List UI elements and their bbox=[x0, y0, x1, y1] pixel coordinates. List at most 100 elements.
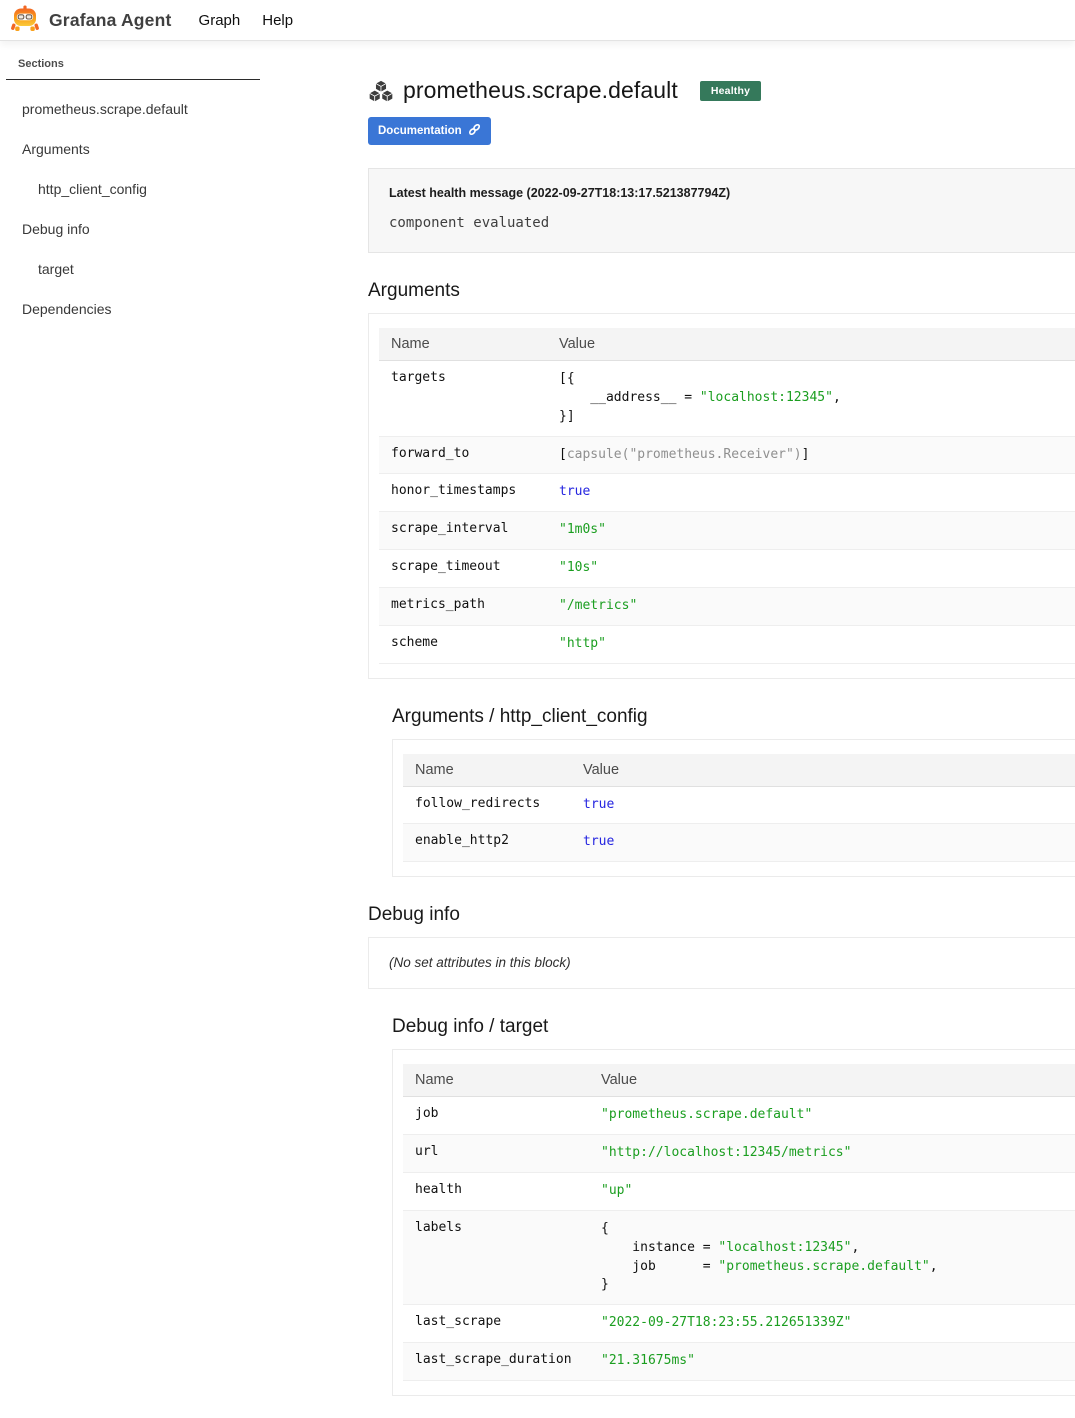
attribute-name-cell: url bbox=[403, 1135, 589, 1173]
sidebar-item-dependencies: Dependencies bbox=[6, 290, 368, 330]
sidebar-item-link[interactable]: target bbox=[38, 261, 74, 277]
arguments-heading: Arguments bbox=[368, 280, 1075, 302]
table-header-row: NameValue bbox=[403, 1064, 1075, 1097]
latest-health-message-box: Latest health message (2022-09-27T18:13:… bbox=[368, 168, 1075, 253]
sections-sidebar: Sections prometheus.scrape.default Argume… bbox=[0, 41, 368, 330]
top-nav: Graph Help bbox=[188, 6, 305, 35]
arguments-box: NameValuetargets[{ __address__ = "localh… bbox=[368, 313, 1075, 679]
code-value: [capsule("prometheus.Receiver")] bbox=[559, 446, 1075, 465]
attribute-value-cell: "/metrics" bbox=[547, 587, 1075, 625]
table-row: metrics_path "/metrics" bbox=[379, 587, 1075, 625]
code-value: "/metrics" bbox=[559, 597, 1075, 616]
sidebar-item-link[interactable]: prometheus.scrape.default bbox=[22, 101, 188, 117]
table-row: scrape_timeout "10s" bbox=[379, 550, 1075, 588]
column-header: Name bbox=[403, 754, 571, 787]
attribute-name-cell: job bbox=[403, 1097, 589, 1135]
http-client-config-box: NameValuefollow_redirects true enable_http… bbox=[392, 739, 1075, 878]
sidebar-item-link[interactable]: Dependencies bbox=[22, 301, 112, 317]
attribute-name-cell: metrics_path bbox=[379, 587, 547, 625]
attribute-value-cell: { instance = "localhost:12345", job = "p… bbox=[589, 1210, 1075, 1304]
column-header: Value bbox=[571, 754, 1075, 787]
attribute-value-cell: [{ __address__ = "localhost:12345", }] bbox=[547, 361, 1075, 437]
health-message-label: Latest health message (2022-09-27T18:13:… bbox=[389, 186, 1075, 200]
http-client-config-table: NameValuefollow_redirects true enable_http… bbox=[403, 754, 1075, 863]
http-client-config-heading: Arguments / http_client_config bbox=[392, 706, 1075, 728]
code-value: "2022-09-27T18:23:55.212651339Z" bbox=[601, 1314, 1075, 1333]
sidebar-item-target: target bbox=[6, 250, 368, 290]
attribute-value-cell: [capsule("prometheus.Receiver")] bbox=[547, 436, 1075, 474]
attribute-value-cell: "prometheus.scrape.default" bbox=[589, 1097, 1075, 1135]
arguments-table: NameValuetargets[{ __address__ = "localh… bbox=[379, 328, 1075, 664]
attribute-name-cell: health bbox=[403, 1172, 589, 1210]
sidebar-item-arguments: Arguments bbox=[6, 130, 368, 170]
code-value: { instance = "localhost:12345", job = "p… bbox=[601, 1220, 1075, 1295]
attribute-name-cell: enable_http2 bbox=[403, 824, 571, 862]
table-header-row: NameValue bbox=[403, 754, 1075, 787]
attribute-name-cell: follow_redirects bbox=[403, 786, 571, 824]
attribute-name-cell: targets bbox=[379, 361, 547, 437]
code-value: "1m0s" bbox=[559, 521, 1075, 540]
debug-target-box: NameValuejob "prometheus.scrape.default" u… bbox=[392, 1049, 1075, 1396]
column-header: Value bbox=[589, 1064, 1075, 1097]
sections-title: Sections bbox=[6, 58, 260, 80]
attribute-name-cell: scheme bbox=[379, 625, 547, 663]
code-value: "21.31675ms" bbox=[601, 1352, 1075, 1371]
attribute-name-cell: honor_timestamps bbox=[379, 474, 547, 512]
code-value: "prometheus.scrape.default" bbox=[601, 1106, 1075, 1125]
sidebar-item-link[interactable]: Arguments bbox=[22, 141, 90, 157]
sidebar-item-link[interactable]: http_client_config bbox=[38, 181, 147, 197]
health-status-badge: Healthy bbox=[700, 81, 761, 101]
attribute-value-cell: true bbox=[571, 786, 1075, 824]
attribute-name-cell: scrape_timeout bbox=[379, 550, 547, 588]
code-value: true bbox=[583, 796, 1075, 815]
table-row: url "http://localhost:12345/metrics" bbox=[403, 1135, 1075, 1173]
attribute-name-cell: last_scrape bbox=[403, 1305, 589, 1343]
attribute-value-cell: "10s" bbox=[547, 550, 1075, 588]
code-value: [{ __address__ = "localhost:12345", }] bbox=[559, 370, 1075, 427]
table-row: last_scrape "2022-09-27T18:23:55.21265133… bbox=[403, 1305, 1075, 1343]
nav-link-graph[interactable]: Graph bbox=[188, 6, 252, 35]
documentation-button[interactable]: Documentation bbox=[368, 117, 491, 145]
table-row: honor_timestamps true bbox=[379, 474, 1075, 512]
attribute-name-cell: scrape_interval bbox=[379, 512, 547, 550]
attribute-value-cell: "1m0s" bbox=[547, 512, 1075, 550]
table-row: forward_to [capsule("prometheus.Receiver"… bbox=[379, 436, 1075, 474]
code-value: true bbox=[559, 483, 1075, 502]
code-value: "up" bbox=[601, 1182, 1075, 1201]
top-header: Grafana Agent Graph Help bbox=[0, 0, 1075, 41]
code-value: "http://localhost:12345/metrics" bbox=[601, 1144, 1075, 1163]
table-row: follow_redirects true bbox=[403, 786, 1075, 824]
health-message-text: component evaluated bbox=[389, 215, 1075, 231]
table-row: labels{ instance = "localhost:12345", jo… bbox=[403, 1210, 1075, 1304]
table-row: health "up" bbox=[403, 1172, 1075, 1210]
attribute-name-cell: labels bbox=[403, 1210, 589, 1304]
debug-target-table: NameValuejob "prometheus.scrape.default" u… bbox=[403, 1064, 1075, 1381]
debug-info-empty-note: (No set attributes in this block) bbox=[389, 955, 571, 970]
nav-link-help[interactable]: Help bbox=[251, 6, 304, 35]
cubes-icon bbox=[368, 79, 394, 103]
sidebar-item-http-client-config: http_client_config bbox=[6, 170, 368, 210]
code-value: "10s" bbox=[559, 559, 1075, 578]
attribute-value-cell: true bbox=[547, 474, 1075, 512]
external-link-icon bbox=[468, 123, 481, 139]
component-title-row: prometheus.scrape.default Healthy bbox=[368, 77, 1075, 104]
debug-target-heading: Debug info / target bbox=[392, 1016, 1075, 1038]
code-value: "http" bbox=[559, 635, 1075, 654]
sidebar-item-link[interactable]: Debug info bbox=[22, 221, 90, 237]
table-row: last_scrape_duration"21.31675ms" bbox=[403, 1343, 1075, 1381]
attribute-value-cell: "21.31675ms" bbox=[589, 1343, 1075, 1381]
attribute-name-cell: forward_to bbox=[379, 436, 547, 474]
table-row: scrape_interval "1m0s" bbox=[379, 512, 1075, 550]
grafana-agent-logo-icon bbox=[10, 3, 40, 38]
column-header: Name bbox=[379, 328, 547, 361]
attribute-value-cell: "up" bbox=[589, 1172, 1075, 1210]
attribute-value-cell: "2022-09-27T18:23:55.212651339Z" bbox=[589, 1305, 1075, 1343]
main-content: prometheus.scrape.default Healthy Docume… bbox=[368, 41, 1075, 1418]
documentation-button-label: Documentation bbox=[378, 125, 462, 137]
column-header: Name bbox=[403, 1064, 589, 1097]
sidebar-item-debug-info: Debug info bbox=[6, 210, 368, 250]
debug-info-heading: Debug info bbox=[368, 904, 1075, 926]
header-brand[interactable]: Grafana Agent bbox=[10, 3, 172, 38]
page-title: prometheus.scrape.default bbox=[403, 77, 678, 104]
table-row: enable_http2true bbox=[403, 824, 1075, 862]
